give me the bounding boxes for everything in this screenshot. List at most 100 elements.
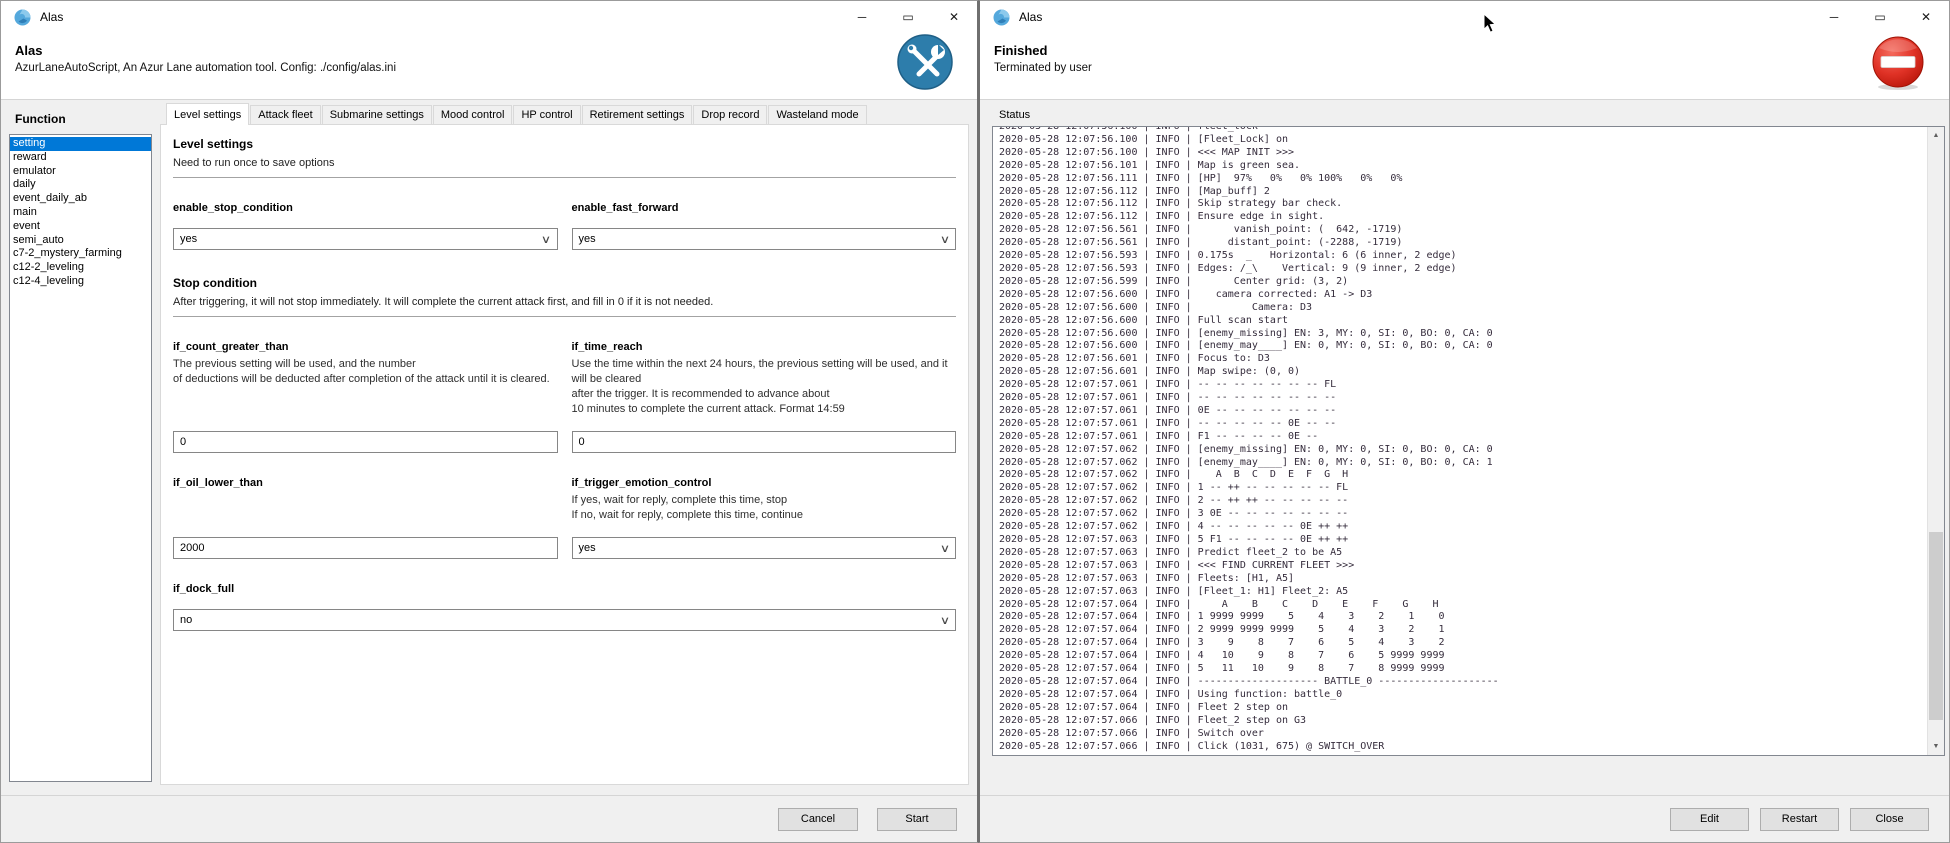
tab-retirement-settings[interactable]: Retirement settings	[582, 105, 693, 124]
close-icon[interactable]: ✕	[931, 1, 977, 33]
right-window-controls: ─ ▭ ✕	[1811, 1, 1949, 33]
scroll-down-icon[interactable]: ▼	[1928, 738, 1944, 755]
tab-attack-fleet[interactable]: Attack fleet	[250, 105, 320, 124]
enable_stop_condition-dropdown[interactable]: yes ∨	[173, 228, 558, 250]
if_count_greater_than-input[interactable]	[173, 431, 558, 453]
field-label: enable_fast_forward	[572, 202, 957, 214]
field-if_dock_full: if_dock_full no∨	[173, 583, 956, 631]
form-row: enable_stop_conditionyes∨enable_fast_for…	[173, 202, 956, 250]
edit-button[interactable]: Edit	[1670, 808, 1749, 831]
sidebar-item-c12-4_leveling[interactable]: c12-4_leveling	[10, 275, 151, 289]
log-line: 2020-05-28 12:07:57.064 | INFO | 2 9999 …	[999, 624, 1926, 637]
field-help: Use the time within the next 24 hours, t…	[572, 357, 957, 417]
maximize-icon[interactable]: ▭	[885, 1, 931, 33]
field-spacer	[572, 214, 957, 228]
chevron-down-icon: ∨	[541, 233, 551, 246]
sidebar-item-event_daily_ab[interactable]: event_daily_ab	[10, 192, 151, 206]
field-spacer	[572, 523, 957, 537]
log-line: 2020-05-28 12:07:56.600 | INFO | Full sc…	[999, 315, 1926, 328]
log-line: 2020-05-28 12:07:57.064 | INFO | 5 11 10…	[999, 663, 1926, 676]
sidebar-item-setting[interactable]: setting	[10, 137, 151, 151]
field-spacer	[173, 489, 558, 537]
scrollbar-thumb[interactable]	[1929, 532, 1943, 720]
enable_fast_forward-dropdown[interactable]: yes∨	[572, 228, 957, 250]
right-content: Status 2020-05-28 12:07:56.100 | INFO | …	[980, 100, 1949, 795]
maximize-icon[interactable]: ▭	[1857, 1, 1903, 33]
log-line: 2020-05-28 12:07:57.062 | INFO | 3 0E --…	[999, 508, 1926, 521]
field-spacer	[173, 387, 558, 431]
log-line: 2020-05-28 12:07:56.593 | INFO | 0.175s …	[999, 250, 1926, 263]
start-button[interactable]: Start	[877, 808, 957, 831]
field-spacer	[572, 417, 957, 431]
log-line: 2020-05-28 12:07:57.064 | INFO | 1 9999 …	[999, 611, 1926, 624]
log-line: 2020-05-28 12:07:57.061 | INFO | -- -- -…	[999, 379, 1926, 392]
left-titlebar: Alas ─ ▭ ✕	[1, 1, 977, 33]
log-scrollbar[interactable]: ▲ ▼	[1927, 127, 1944, 755]
form-row: if_count_greater_thanThe previous settin…	[173, 341, 956, 453]
log-line: 2020-05-28 12:07:56.100 | INFO | fleet_l…	[999, 127, 1926, 134]
dropdown-value: yes	[180, 233, 197, 245]
field-enable_stop_condition: enable_stop_conditionyes∨	[173, 202, 558, 250]
field-label: if_dock_full	[173, 583, 956, 595]
log-line: 2020-05-28 12:07:56.100 | INFO | <<< MAP…	[999, 147, 1926, 160]
sidebar-item-reward[interactable]: reward	[10, 151, 151, 165]
tab-submarine-settings[interactable]: Submarine settings	[322, 105, 432, 124]
sidebar-item-emulator[interactable]: emulator	[10, 165, 151, 179]
if_trigger_emotion_control-dropdown[interactable]: yes∨	[572, 537, 957, 559]
tab-hp-control[interactable]: HP control	[513, 105, 580, 124]
restart-button[interactable]: Restart	[1760, 808, 1839, 831]
dropdown-value: no	[180, 614, 192, 626]
if_oil_lower_than-input[interactable]	[173, 537, 558, 559]
sidebar-item-c12-2_leveling[interactable]: c12-2_leveling	[10, 261, 151, 275]
screen: Alas ─ ▭ ✕ Alas AzurLaneAutoScript, An A…	[0, 0, 1950, 843]
sidebar-item-c7-2_mystery_farming[interactable]: c7-2_mystery_farming	[10, 247, 151, 261]
section-description: Need to run once to save options	[173, 157, 956, 169]
tab-wasteland-mode[interactable]: Wasteland mode	[768, 105, 866, 124]
right-footer: Edit Restart Close	[980, 795, 1949, 842]
if_time_reach-input[interactable]	[572, 431, 957, 453]
alas-app-icon	[993, 9, 1010, 26]
right-header-title: Finished	[994, 43, 1949, 58]
log-line: 2020-05-28 12:07:56.600 | INFO | camera …	[999, 289, 1926, 302]
minimize-icon[interactable]: ─	[839, 1, 885, 33]
sidebar-item-main[interactable]: main	[10, 206, 151, 220]
log-line: 2020-05-28 12:07:57.064 | INFO | -------…	[999, 676, 1926, 689]
field-enable_fast_forward: enable_fast_forward yes∨	[572, 202, 957, 250]
log-output[interactable]: 2020-05-28 12:07:56.100 | INFO | fleet_l…	[992, 126, 1945, 756]
settings-tabpage: Level settings Need to run once to save o…	[160, 124, 969, 785]
log-line: 2020-05-28 12:07:57.066 | INFO | Fleet_2…	[999, 715, 1926, 728]
if_dock_full-dropdown[interactable]: no∨	[173, 609, 956, 631]
chevron-down-icon: ∨	[940, 542, 950, 555]
tab-mood-control[interactable]: Mood control	[433, 105, 513, 124]
stop-icon	[1869, 34, 1925, 90]
close-icon[interactable]: ✕	[1903, 1, 1949, 33]
sidebar-item-semi_auto[interactable]: semi_auto	[10, 234, 151, 248]
cancel-button[interactable]: Cancel	[778, 808, 858, 831]
tab-level-settings[interactable]: Level settings	[166, 103, 249, 125]
log-line: 2020-05-28 12:07:57.066 | INFO | Switch …	[999, 728, 1926, 741]
sidebar-item-event[interactable]: event	[10, 220, 151, 234]
scroll-up-icon[interactable]: ▲	[1928, 127, 1944, 144]
tools-icon	[897, 34, 953, 90]
close-button[interactable]: Close	[1850, 808, 1929, 831]
log-line: 2020-05-28 12:07:57.062 | INFO | 1 -- ++…	[999, 482, 1926, 495]
tab-drop-record[interactable]: Drop record	[693, 105, 767, 124]
log-line: 2020-05-28 12:07:56.600 | INFO | [enemy_…	[999, 328, 1926, 341]
field-label: if_trigger_emotion_control	[572, 477, 957, 489]
log-line: 2020-05-28 12:07:57.061 | INFO | F1 -- -…	[999, 431, 1926, 444]
log-line: 2020-05-28 12:07:57.063 | INFO | 5 F1 --…	[999, 534, 1926, 547]
field-label: if_oil_lower_than	[173, 477, 558, 489]
sidebar-item-daily[interactable]: daily	[10, 178, 151, 192]
section-title: Level settings	[173, 137, 956, 151]
minimize-icon[interactable]: ─	[1811, 1, 1857, 33]
right-header: Finished Terminated by user	[980, 33, 1949, 100]
form-row: if_dock_full no∨	[173, 583, 956, 631]
log-line: 2020-05-28 12:07:57.063 | INFO | Predict…	[999, 547, 1926, 560]
function-listbox[interactable]: settingrewardemulatordailyevent_daily_ab…	[9, 134, 152, 782]
log-line: 2020-05-28 12:07:57.064 | INFO | 3 9 8 7…	[999, 637, 1926, 650]
right-header-subtitle: Terminated by user	[994, 62, 1949, 74]
log-line: 2020-05-28 12:07:57.064 | INFO | A B C D…	[999, 599, 1926, 612]
left-header-subtitle: AzurLaneAutoScript, An Azur Lane automat…	[15, 62, 977, 74]
log-line: 2020-05-28 12:07:56.112 | INFO | Skip st…	[999, 198, 1926, 211]
log-line: 2020-05-28 12:07:56.561 | INFO | vanish_…	[999, 224, 1926, 237]
